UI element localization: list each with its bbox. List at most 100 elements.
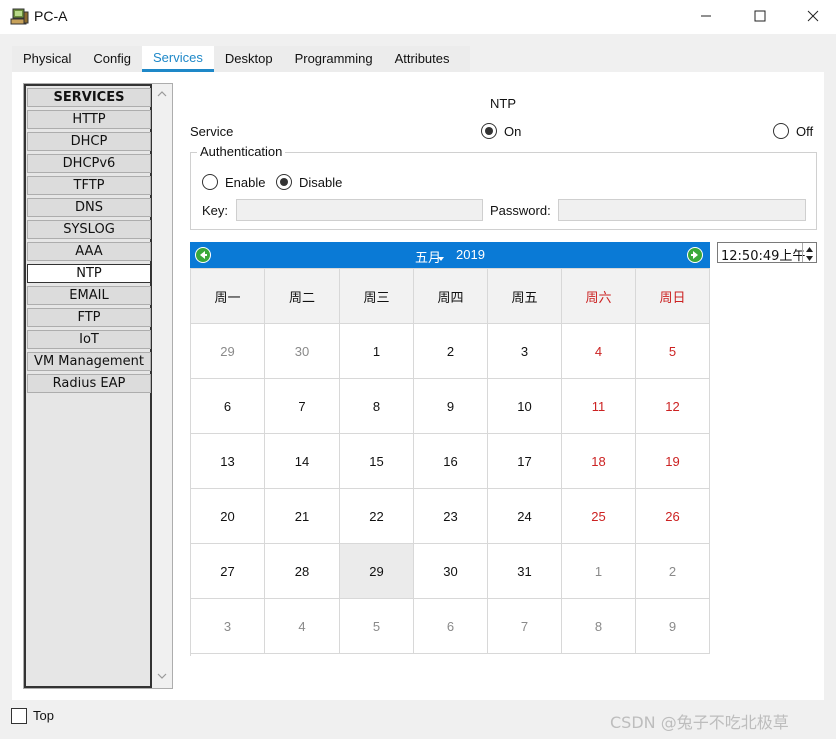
calendar-day[interactable]: 10 [488,379,562,434]
calendar-day[interactable]: 1 [562,544,636,599]
calendar-day[interactable]: 28 [265,544,340,599]
calendar-day[interactable]: 31 [488,544,562,599]
calendar-day[interactable]: 23 [414,489,488,544]
tab-physical[interactable]: Physical [12,46,83,72]
service-item-ftp[interactable]: FTP [27,308,151,327]
minimize-button[interactable] [683,0,729,32]
calendar-day[interactable]: 7 [488,599,562,654]
time-spinner[interactable]: 12:50:49上午 [717,242,817,264]
tab-bar: Physical Config Services Desktop Program… [12,46,461,72]
calendar-day[interactable]: 6 [191,379,265,434]
service-item-iot[interactable]: IoT [27,330,151,349]
calendar-day[interactable]: 9 [414,379,488,434]
calendar-day[interactable]: 4 [562,324,636,379]
calendar-header: 五月 2019 [190,242,710,268]
calendar-day[interactable]: 8 [340,379,414,434]
tab-attributes[interactable]: Attributes [383,46,461,72]
calendar-day[interactable]: 8 [562,599,636,654]
calendar-day[interactable]: 26 [636,489,710,544]
calendar-year[interactable]: 2019 [456,247,485,262]
spin-up-icon[interactable] [803,243,816,252]
key-label: Key: [202,203,229,218]
window-title: PC-A [34,8,68,24]
calendar-day[interactable]: 12 [636,379,710,434]
calendar-day[interactable]: 5 [636,324,710,379]
service-item-dhcp[interactable]: DHCP [27,132,151,151]
spin-down-icon[interactable] [803,252,816,261]
service-item-radius-eap[interactable]: Radius EAP [27,374,151,393]
pc-icon [10,7,30,27]
tab-services[interactable]: Services [142,46,214,72]
calendar-day[interactable]: 3 [488,324,562,379]
calendar-day[interactable]: 2 [414,324,488,379]
auth-disable-radio[interactable] [276,174,292,190]
close-button[interactable] [790,0,836,32]
service-off-radio[interactable] [773,123,789,139]
calendar-day[interactable]: 13 [191,434,265,489]
calendar-day[interactable]: 1 [340,324,414,379]
calendar-day[interactable]: 15 [340,434,414,489]
calendar-day[interactable]: 21 [265,489,340,544]
scroll-down-icon[interactable] [156,670,168,682]
ntp-title: NTP [490,96,516,111]
close-icon [807,10,819,22]
calendar-day[interactable]: 5 [340,599,414,654]
calendar-day[interactable]: 3 [191,599,265,654]
time-spin-buttons [802,243,816,262]
calendar-day[interactable]: 6 [414,599,488,654]
next-month-icon[interactable] [687,247,703,263]
password-label: Password: [490,203,551,218]
calendar-day[interactable]: 2 [636,544,710,599]
calendar-day[interactable]: 20 [191,489,265,544]
calendar-day[interactable]: 4 [265,599,340,654]
calendar-day[interactable]: 29 [191,324,265,379]
calendar-day[interactable]: 27 [191,544,265,599]
calendar-day[interactable]: 11 [562,379,636,434]
calendar-grid: 周一 周二 周三 周四 周五 周六 周日 29 30 1 2 3 4 5 6 7 8 9 10 11 12 13 14 15 1… [190,268,710,656]
key-input[interactable] [236,199,483,221]
auth-disable-label: Disable [299,175,343,190]
tab-desktop[interactable]: Desktop [213,46,284,72]
services-list: SERVICES HTTP DHCP DHCPv6 TFTP DNS SYSLOG AAA N… [24,84,152,688]
service-item-ntp[interactable]: NTP [27,264,151,283]
calendar-day[interactable]: 14 [265,434,340,489]
time-value: 12:50:49上午 [721,249,806,264]
scroll-up-icon[interactable] [156,88,168,100]
minimize-icon [701,15,711,17]
calendar-day[interactable]: 22 [340,489,414,544]
service-on-radio[interactable] [481,123,497,139]
calendar-day[interactable]: 9 [636,599,710,654]
service-item-dhcpv6[interactable]: DHCPv6 [27,154,151,173]
calendar-day[interactable]: 25 [562,489,636,544]
calendar-day[interactable]: 24 [488,489,562,544]
weekday-header: 周一 [191,269,265,324]
maximize-button[interactable] [737,0,783,32]
password-input[interactable] [558,199,806,221]
tab-config[interactable]: Config [82,46,142,72]
calendar-day[interactable]: 30 [265,324,340,379]
weekday-header: 周五 [488,269,562,324]
service-item-http[interactable]: HTTP [27,110,151,129]
calendar-day[interactable]: 7 [265,379,340,434]
calendar-day[interactable]: 30 [414,544,488,599]
auth-enable-radio[interactable] [202,174,218,190]
weekday-header: 周三 [340,269,414,324]
watermark-text: CSDN @兔子不吃北极草 [610,713,789,732]
service-item-email[interactable]: EMAIL [27,286,151,305]
service-item-syslog[interactable]: SYSLOG [27,220,151,239]
tab-programming[interactable]: Programming [283,46,384,72]
calendar-day[interactable]: 19 [636,434,710,489]
month-dropdown-icon[interactable] [437,256,445,262]
prev-month-icon[interactable] [195,247,211,263]
calendar-day[interactable]: 16 [414,434,488,489]
calendar-day[interactable]: 18 [562,434,636,489]
service-item-dns[interactable]: DNS [27,198,151,217]
top-checkbox[interactable] [11,708,27,724]
calendar-day[interactable]: 29 [340,544,414,599]
service-item-tftp[interactable]: TFTP [27,176,151,195]
service-item-vm-management[interactable]: VM Management [27,352,151,371]
weekday-header: 周二 [265,269,340,324]
services-scrollbar[interactable] [152,84,172,688]
calendar-day[interactable]: 17 [488,434,562,489]
service-item-aaa[interactable]: AAA [27,242,151,261]
